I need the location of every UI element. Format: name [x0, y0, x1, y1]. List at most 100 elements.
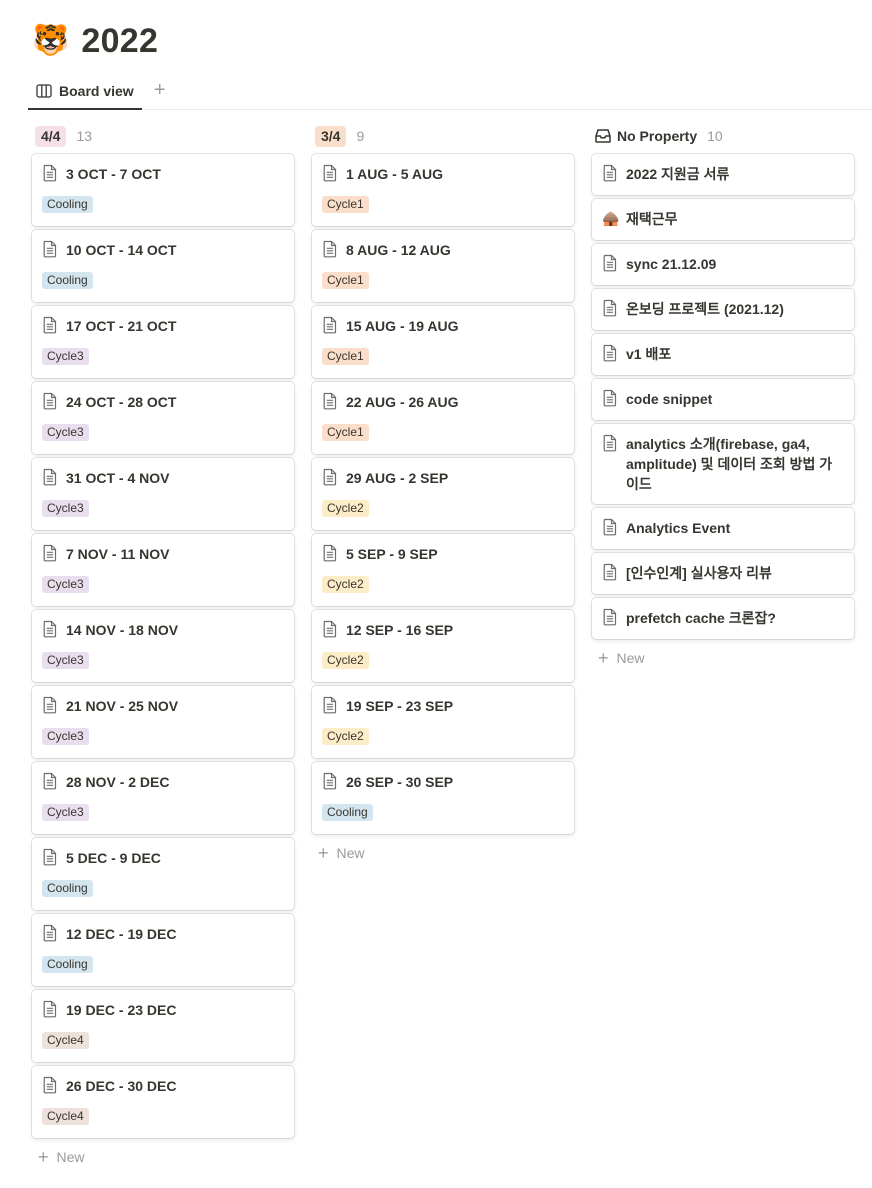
cycle-tag: Cycle3 [42, 804, 89, 821]
board-card[interactable]: 29 AUG - 2 SEP Cycle2 [312, 458, 574, 530]
add-view-button[interactable]: + [150, 76, 170, 105]
board-card[interactable]: 5 SEP - 9 SEP Cycle2 [312, 534, 574, 606]
document-icon [43, 1076, 57, 1094]
hut-emoji-icon: 🛖 [602, 210, 620, 226]
board-card[interactable]: 26 DEC - 30 DEC Cycle4 [32, 1066, 294, 1138]
board-card[interactable]: 8 AUG - 12 AUG Cycle1 [312, 230, 574, 302]
document-icon [43, 316, 57, 334]
board-card[interactable]: 10 OCT - 14 OCT Cooling [32, 230, 294, 302]
cycle-tag: Cycle4 [42, 1108, 89, 1125]
cycle-tag: Cooling [42, 196, 93, 213]
card-title-row: code snippet [602, 389, 844, 409]
board-card[interactable]: 31 OCT - 4 NOV Cycle3 [32, 458, 294, 530]
column-header[interactable]: 3/4 9 [312, 124, 574, 148]
cycle-tag: Cycle2 [322, 576, 369, 593]
new-card-button[interactable]: + New [32, 1142, 294, 1172]
tab-board-view[interactable]: Board view [28, 76, 142, 110]
card-title-row: 31 OCT - 4 NOV [42, 468, 284, 488]
document-icon [43, 696, 57, 714]
card-title-row: 온보딩 프로젝트 (2021.12) [602, 299, 844, 319]
board-column: 3/4 9 1 AUG - 5 AUG Cycle1 8 AUG - 12 AUG Cyc… [312, 124, 574, 1172]
board-card[interactable]: 24 OCT - 28 OCT Cycle3 [32, 382, 294, 454]
board-card[interactable]: 14 NOV - 18 NOV Cycle3 [32, 610, 294, 682]
document-icon [323, 164, 337, 182]
board-card[interactable]: 7 NOV - 11 NOV Cycle3 [32, 534, 294, 606]
board-card[interactable]: code snippet [592, 379, 854, 420]
card-title: 21 NOV - 25 NOV [66, 698, 179, 714]
plus-icon: + [598, 648, 609, 668]
cycle-tag: Cycle3 [42, 424, 89, 441]
cycle-tag: Cooling [322, 804, 373, 821]
card-title: 2022 지원금 서류 [626, 166, 730, 182]
card-title-row: prefetch cache 크론잡? [602, 608, 844, 628]
card-title-row: 26 SEP - 30 SEP [322, 772, 564, 792]
board-card[interactable]: 온보딩 프로젝트 (2021.12) [592, 289, 854, 330]
card-title: 8 AUG - 12 AUG [346, 242, 451, 258]
board-card[interactable]: 5 DEC - 9 DEC Cooling [32, 838, 294, 910]
group-title: No Property [617, 128, 698, 144]
card-title-row: v1 배포 [602, 344, 844, 364]
board-card[interactable]: Analytics Event [592, 508, 854, 549]
card-title: 31 OCT - 4 NOV [66, 470, 170, 486]
board-card[interactable]: sync 21.12.09 [592, 244, 854, 285]
cycle-tag: Cooling [42, 272, 93, 289]
document-icon [603, 389, 617, 407]
board-card[interactable]: 2022 지원금 서류 [592, 154, 854, 195]
board-card[interactable]: 15 AUG - 19 AUG Cycle1 [312, 306, 574, 378]
card-title-row: 2022 지원금 서류 [602, 164, 844, 184]
board-card[interactable]: 26 SEP - 30 SEP Cooling [312, 762, 574, 834]
document-icon [603, 299, 617, 317]
card-title: code snippet [626, 391, 713, 407]
cycle-tag: Cycle3 [42, 576, 89, 593]
document-icon [603, 164, 617, 182]
board-card[interactable]: prefetch cache 크론잡? [592, 598, 854, 639]
card-title: 5 SEP - 9 SEP [346, 546, 438, 562]
board-card[interactable]: v1 배포 [592, 334, 854, 375]
board-card[interactable]: 19 SEP - 23 SEP Cycle2 [312, 686, 574, 758]
column-header[interactable]: 4/4 13 [32, 124, 294, 148]
group-count: 9 [356, 128, 365, 144]
board-card[interactable]: 3 OCT - 7 OCT Cooling [32, 154, 294, 226]
board-card[interactable]: 28 NOV - 2 DEC Cycle3 [32, 762, 294, 834]
document-icon [603, 344, 617, 362]
column-header[interactable]: No Property 10 [592, 124, 854, 148]
card-title: 12 DEC - 19 DEC [66, 926, 177, 942]
card-title-row: 1 AUG - 5 AUG [322, 164, 564, 184]
board-card[interactable]: analytics 소개(firebase, ga4, amplitude) 및… [592, 424, 854, 504]
board-card[interactable]: 21 NOV - 25 NOV Cycle3 [32, 686, 294, 758]
card-title-row: 12 SEP - 16 SEP [322, 620, 564, 640]
card-title-row: 17 OCT - 21 OCT [42, 316, 284, 336]
document-icon [43, 620, 57, 638]
card-title: 26 DEC - 30 DEC [66, 1078, 177, 1094]
document-icon [603, 434, 617, 452]
board-card[interactable]: 1 AUG - 5 AUG Cycle1 [312, 154, 574, 226]
card-title: 26 SEP - 30 SEP [346, 774, 454, 790]
tab-board-view-label: Board view [59, 82, 134, 99]
new-label: New [56, 1149, 85, 1165]
card-title: 온보딩 프로젝트 (2021.12) [626, 301, 784, 317]
card-title: 3 OCT - 7 OCT [66, 166, 161, 182]
cycle-tag: Cycle1 [322, 196, 369, 213]
card-title-row: 🛖 재택근무 [602, 209, 844, 229]
card-title-row: 14 NOV - 18 NOV [42, 620, 284, 640]
board-card[interactable]: 🛖 재택근무 [592, 199, 854, 240]
board-card[interactable]: [인수인계] 실사용자 리뷰 [592, 553, 854, 594]
board-card[interactable]: 19 DEC - 23 DEC Cycle4 [32, 990, 294, 1062]
page-title[interactable]: 2022 [81, 22, 158, 61]
cycle-tag: Cycle2 [322, 728, 369, 745]
document-icon [43, 392, 57, 410]
document-icon [603, 254, 617, 272]
card-title: analytics 소개(firebase, ga4, amplitude) 및… [626, 436, 833, 492]
card-title-row: 10 OCT - 14 OCT [42, 240, 284, 260]
board-card[interactable]: 12 DEC - 19 DEC Cooling [32, 914, 294, 986]
board-card[interactable]: 12 SEP - 16 SEP Cycle2 [312, 610, 574, 682]
tiger-emoji-icon[interactable]: 🐯 [32, 26, 69, 56]
card-title: 29 AUG - 2 SEP [346, 470, 449, 486]
new-card-button[interactable]: + New [312, 838, 574, 868]
board-card[interactable]: 17 OCT - 21 OCT Cycle3 [32, 306, 294, 378]
card-title: 12 SEP - 16 SEP [346, 622, 454, 638]
board-card[interactable]: 22 AUG - 26 AUG Cycle1 [312, 382, 574, 454]
new-card-button[interactable]: + New [592, 643, 854, 673]
plus-icon: + [38, 1147, 49, 1167]
board-column: No Property 10 2022 지원금 서류 🛖 재택근무 sync 21.12.… [592, 124, 854, 1172]
